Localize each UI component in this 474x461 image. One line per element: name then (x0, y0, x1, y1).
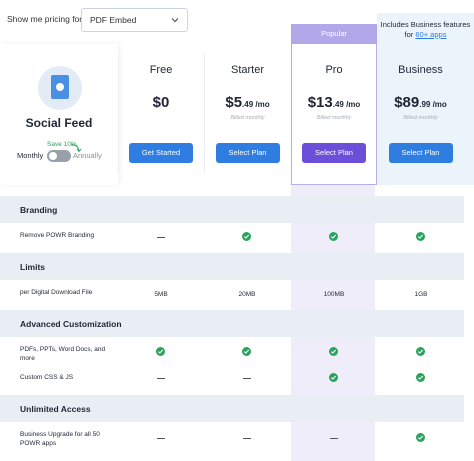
billed-note: Billed monthly (403, 115, 438, 121)
business-note: Includes Business features for 60+ apps (377, 20, 474, 40)
dash-icon (157, 378, 165, 379)
plan-starter: Starter $5.49 /mo Billed monthly Select … (204, 44, 291, 185)
check-icon (416, 347, 425, 356)
dash-icon (243, 438, 251, 439)
table-row: Custom CSS & JS (0, 367, 464, 395)
check-icon (416, 232, 425, 241)
price-main: $13 (307, 94, 333, 111)
table-row: per Digital Download File 5MB 20MB 100MB… (0, 280, 464, 310)
feature-label: PDFs, PPTs, Word Docs, and more (20, 346, 106, 362)
checkmark (417, 234, 424, 239)
select-plan-pro-button[interactable]: Select Plan (302, 143, 366, 163)
plan-name: Business (398, 64, 443, 76)
check-icon (329, 373, 338, 382)
monthly-label: Monthly (17, 151, 44, 160)
price-main: $5 (225, 94, 243, 111)
check-icon (416, 373, 425, 382)
plan-price: $13.49 /mo (291, 94, 377, 111)
toggle-knob (49, 152, 57, 160)
section-header: Branding (0, 196, 464, 223)
section-title: Limits (20, 262, 46, 272)
plan-name: Free (149, 64, 173, 76)
check-icon (416, 433, 425, 442)
section-title: Advanced Customization (20, 319, 122, 329)
section-header: Limits (0, 253, 464, 280)
limit-value: 5MB (154, 291, 168, 298)
chevron-down-icon (171, 18, 179, 23)
document-dot (56, 83, 64, 91)
dash-icon (330, 438, 338, 439)
limit-value: 20MB (238, 291, 256, 298)
checkmark (417, 375, 424, 380)
plan-business: Business $89.99 /mo Billed monthly Selec… (377, 44, 464, 185)
checkmark (330, 349, 337, 354)
billed-note: Billed monthly (230, 115, 265, 121)
price-cents: .49 /mo (332, 100, 361, 109)
plan-free: Free $0 Get Started (118, 44, 204, 185)
checkmark (417, 349, 424, 354)
price-main: $89 (394, 94, 420, 111)
plan-pro: Pro $13.49 /mo Billed monthly Select Pla… (291, 44, 377, 185)
product-select-value: PDF Embed (90, 15, 137, 25)
checkmark (157, 349, 164, 354)
plan-price: $89.99 /mo (377, 94, 464, 111)
dash-icon (243, 378, 251, 379)
check-icon (156, 347, 165, 356)
feature-label: Remove POWR Branding (20, 232, 95, 239)
checkmark (243, 234, 250, 239)
billing-toggle[interactable] (47, 150, 71, 162)
dash-icon (157, 438, 165, 439)
plan-name: Pro (325, 64, 343, 76)
section-title: Branding (20, 205, 58, 215)
dash-icon (157, 237, 165, 238)
price-main: $0 (152, 94, 170, 111)
price-cents: .99 /mo (419, 100, 447, 109)
price-cents: .49 /mo (242, 100, 270, 109)
pricing-filter-label: Show me pricing for: (7, 14, 85, 24)
section-header: Unlimited Access (0, 395, 464, 422)
plan-price: $0 (118, 94, 204, 111)
annually-label: Annually (73, 151, 102, 160)
limit-value: 100MB (323, 291, 345, 298)
feature-label: per Digital Download File (20, 289, 93, 296)
check-icon (329, 347, 338, 356)
check-icon (242, 232, 251, 241)
pdf-document-icon (38, 66, 82, 110)
limit-value: 1GB (414, 291, 428, 298)
select-plan-starter-button[interactable]: Select Plan (215, 143, 280, 163)
feature-label: Custom CSS & JS (20, 374, 74, 381)
product-select[interactable]: PDF Embed (81, 8, 188, 32)
check-icon (242, 347, 251, 356)
select-plan-business-button[interactable]: Select Plan (388, 143, 453, 163)
section-title: Unlimited Access (20, 404, 91, 414)
plan-name: Starter (230, 64, 264, 76)
checkmark (330, 234, 337, 239)
get-started-button[interactable]: Get Started (129, 143, 193, 163)
checkmark (330, 375, 337, 380)
popular-badge: Popular (291, 24, 377, 44)
checkmark (243, 349, 250, 354)
checkmark (417, 435, 424, 440)
table-row: Remove POWR Branding (0, 223, 464, 253)
billed-note: Billed monthly (316, 115, 352, 121)
table-row: PDFs, PPTs, Word Docs, and more (0, 337, 464, 367)
table-row: Business Upgrade for all 50 POWR apps (0, 422, 464, 460)
section-header: Advanced Customization (0, 310, 464, 337)
check-icon (329, 232, 338, 241)
app-name: Social Feed (25, 116, 93, 130)
plan-price: $5.49 /mo (204, 94, 291, 111)
business-apps-link[interactable]: 60+ apps (415, 30, 446, 39)
feature-label: Business Upgrade for all 50 POWR apps (20, 431, 100, 447)
